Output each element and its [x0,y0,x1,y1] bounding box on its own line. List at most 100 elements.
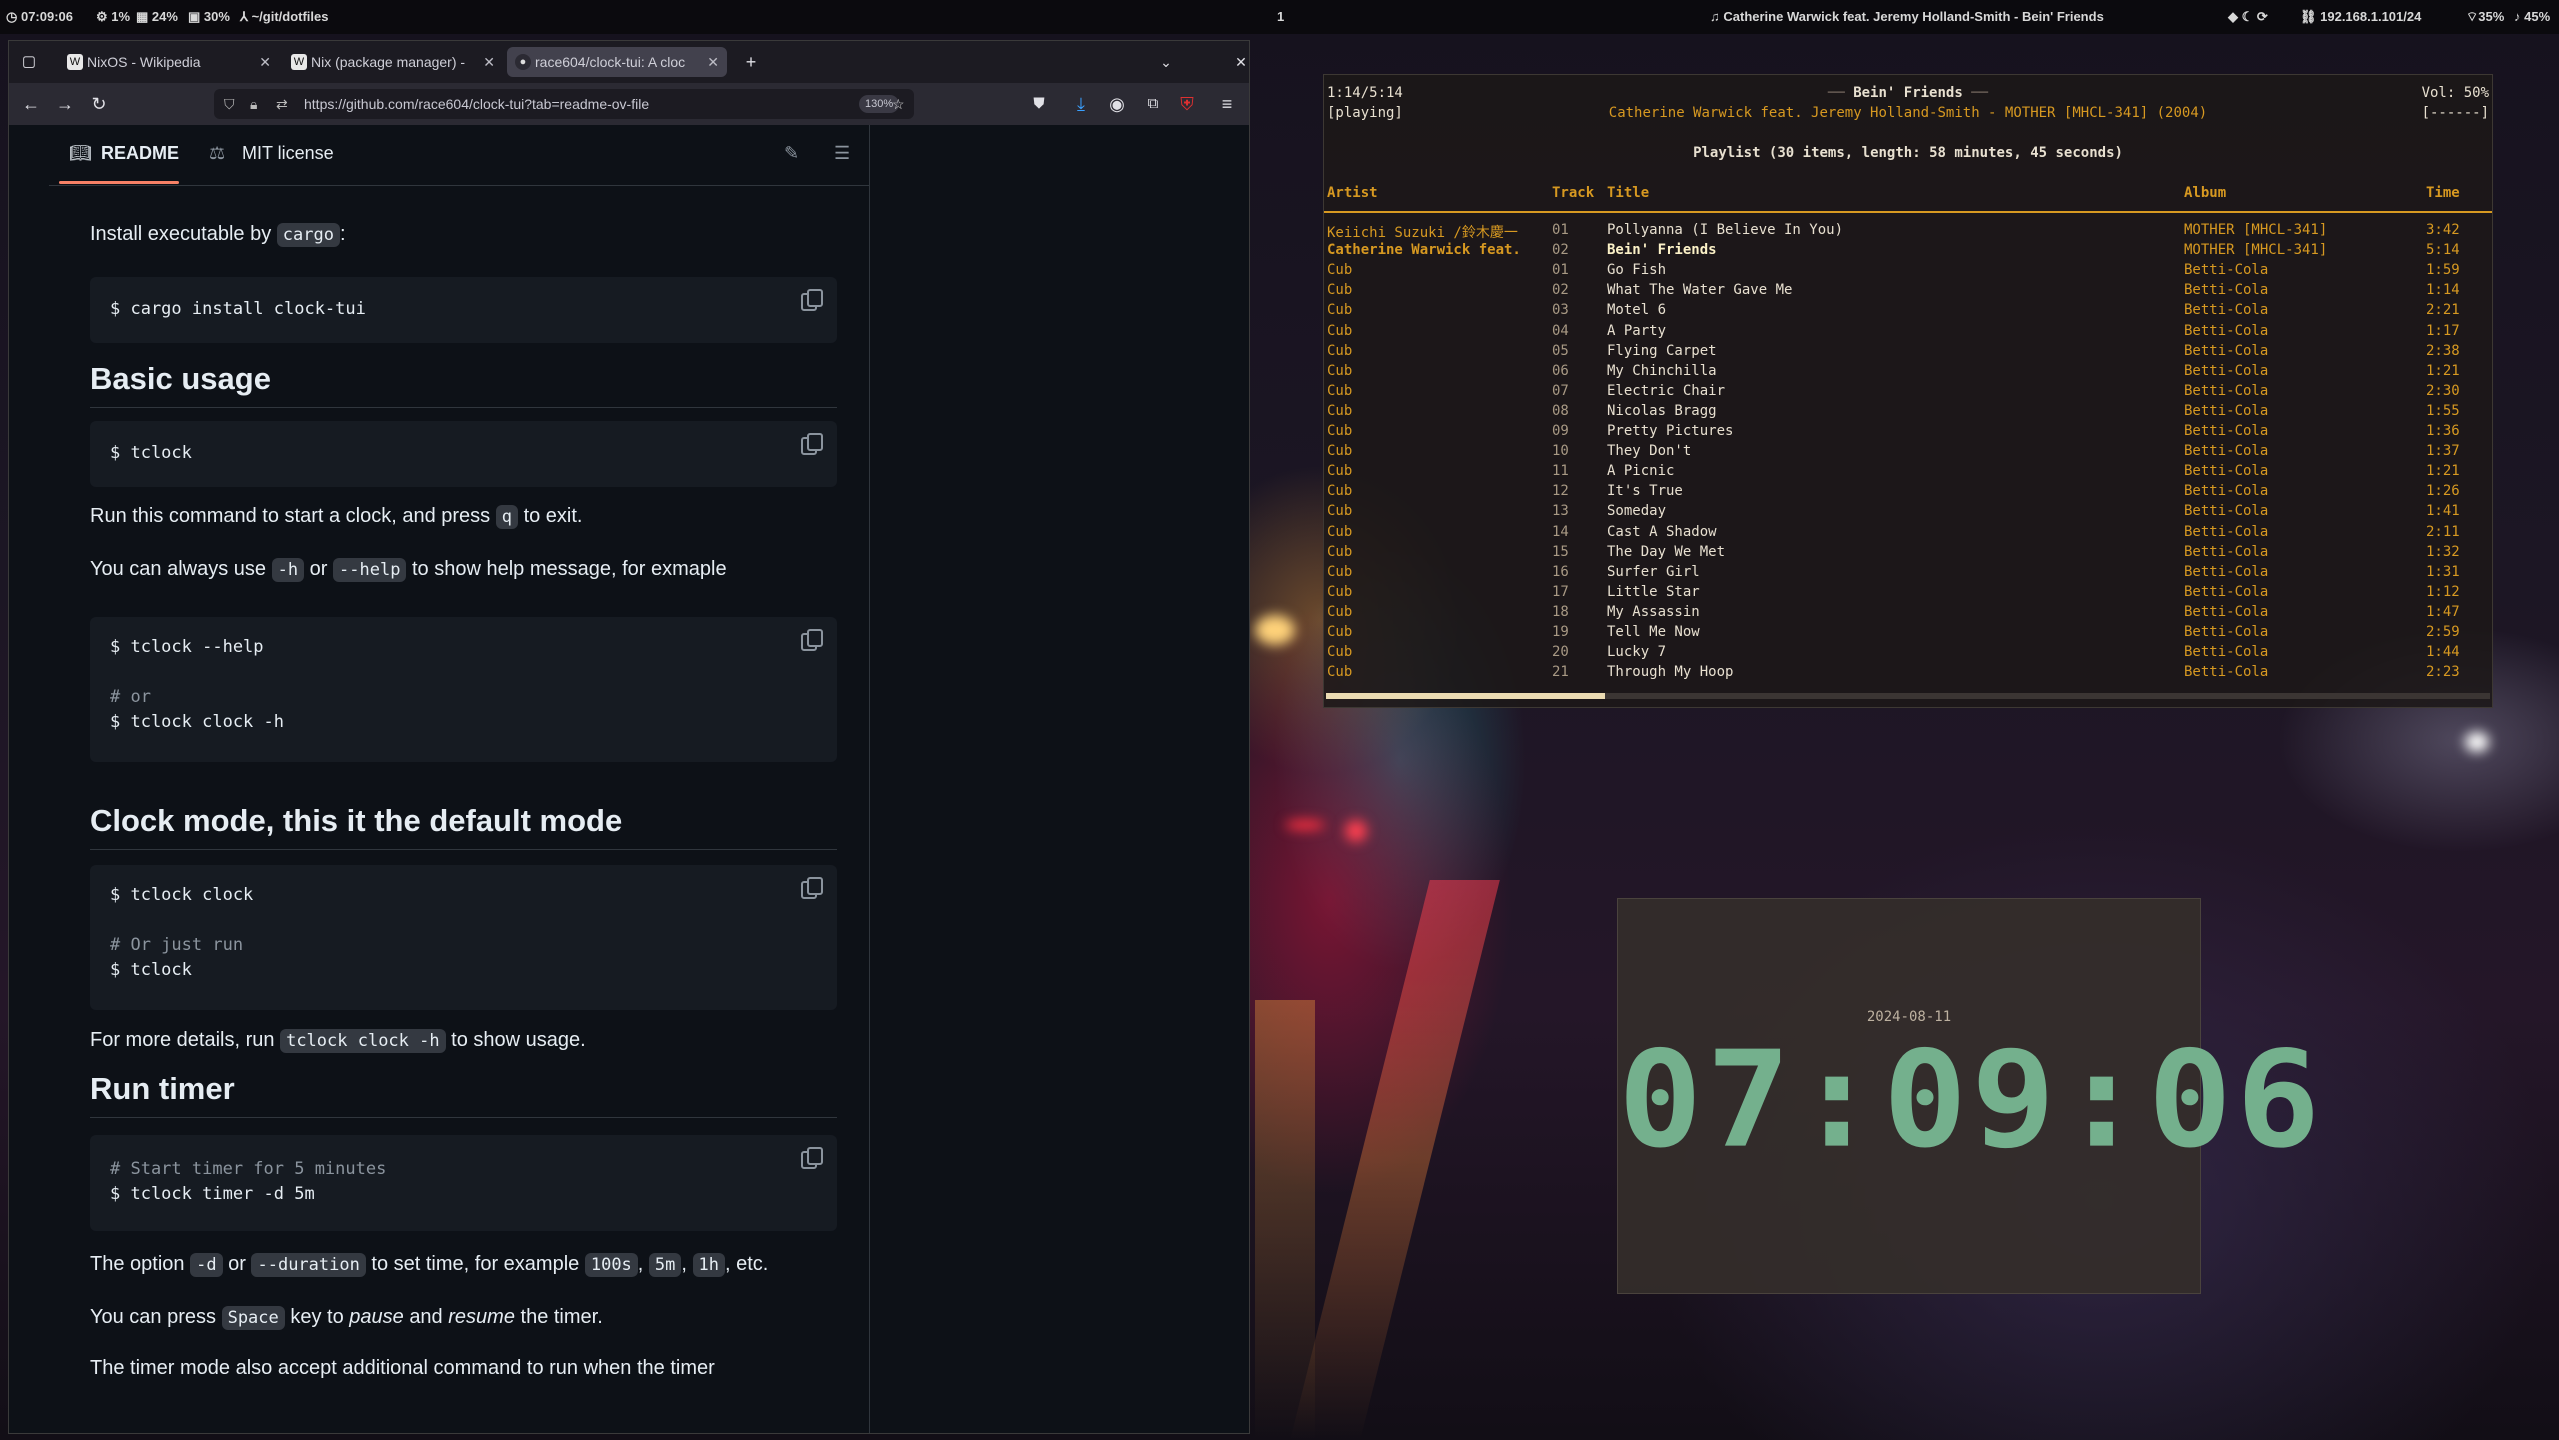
playlist-row[interactable]: Cub 15 The Day We Met Betti-Cola 1:32 [1324,544,2492,564]
playlist-row[interactable]: Cub 01 Go Fish Betti-Cola 1:59 [1324,262,2492,282]
column-time[interactable]: Time [2426,185,2460,201]
back-button[interactable]: ← [19,92,43,116]
column-track[interactable]: Track [1552,185,1594,201]
playlist-row[interactable]: Cub 02 What The Water Gave Me Betti-Cola 1:1… [1324,282,2492,302]
playlist-cell-album: Betti-Cola [2184,604,2269,620]
playlist-cell-time: 1:14 [2426,282,2460,298]
wallpaper-reflection [1290,880,1500,1440]
copy-icon[interactable] [801,1147,823,1169]
account-icon[interactable]: ◉ [1105,92,1129,116]
tab-list-icon[interactable]: ▢ [17,50,41,74]
wallpaper-light [1255,615,1295,645]
playlist-cell-artist: Cub [1327,644,1353,660]
playlist-cell-track: 01 [1552,262,1569,278]
download-icon[interactable]: ⤓ [1069,92,1093,116]
playlist-row[interactable]: Cub 19 Tell Me Now Betti-Cola 2:59 [1324,624,2492,644]
wikipedia-icon: W [291,54,307,70]
close-tab-icon[interactable]: ✕ [707,47,719,77]
playlist-row[interactable]: Cub 20 Lucky 7 Betti-Cola 1:44 [1324,644,2492,664]
copy-icon[interactable] [801,877,823,899]
pocket-icon[interactable]: ⛊ [1027,92,1051,116]
url-text[interactable]: https://github.com/race604/clock-tui?tab… [304,89,649,119]
new-tab-button[interactable]: + [739,50,763,74]
tray-icons[interactable]: ◆ ☾ ⟳ [2228,9,2268,25]
close-window-icon[interactable]: ✕ [1229,50,1249,74]
playlist-row[interactable]: Cub 12 It's True Betti-Cola 1:26 [1324,483,2492,503]
playlist-cell-time: 1:21 [2426,463,2460,479]
column-artist[interactable]: Artist [1327,185,1378,201]
book-icon: 📖︎ [69,143,92,163]
playlist-row[interactable]: Cub 14 Cast A Shadow Betti-Cola 2:11 [1324,524,2492,544]
playlist-row[interactable]: Cub 21 Through My Hoop Betti-Cola 2:23 [1324,664,2492,684]
tab-label: Nix (package manager) - [311,54,466,70]
inline-code: q [495,505,518,529]
extensions-icon[interactable]: ⧉ [1141,92,1165,116]
scale-icon: ⚖ [209,143,226,163]
playlist-cell-track: 10 [1552,443,1569,459]
playlist-row[interactable]: Cub 11 A Picnic Betti-Cola 1:21 [1324,463,2492,483]
bookmark-star-icon[interactable]: ☆ [892,89,905,119]
code-block: $ tclock clock # Or just run $ tclock [90,865,837,1010]
menu-icon[interactable]: ≡ [1215,92,1239,116]
sidebar-divider [869,125,870,1433]
playlist-row[interactable]: Cub 13 Someday Betti-Cola 1:41 [1324,503,2492,523]
playlist-cell-artist: Cub [1327,343,1353,359]
playlist-row[interactable]: Catherine Warwick feat. 02 Bein' Friends MO… [1324,242,2492,262]
permissions-icon[interactable]: ⇄ [276,89,288,119]
inline-code: Space [221,1306,285,1330]
readme-header: 📖︎ README ⚖ MIT license ✎ ☰ [49,125,869,186]
playlist-row[interactable]: Cub 08 Nicolas Bragg Betti-Cola 1:55 [1324,403,2492,423]
playlist-row[interactable]: Cub 03 Motel 6 Betti-Cola 2:21 [1324,302,2492,322]
playlist-cell-artist: Cub [1327,564,1353,580]
playlist-row[interactable]: Cub 07 Electric Chair Betti-Cola 2:30 [1324,383,2492,403]
clock-widget: ◷ 07:09:06 [6,9,74,24]
heading-clock-mode: Clock mode, this it the default mode [90,803,623,838]
tab-clock-tui[interactable]: ● race604/clock-tui: A cloc ✕ [507,47,727,77]
inline-code: cargo [276,223,340,247]
playlist-row[interactable]: Cub 04 A Party Betti-Cola 1:17 [1324,323,2492,343]
ublock-icon[interactable]: ⛨ [1175,92,1199,116]
license-tab[interactable]: MIT license [242,143,334,164]
copy-icon[interactable] [801,629,823,651]
playlist-row[interactable]: Cub 10 They Don't Betti-Cola 1:37 [1324,443,2492,463]
playlist-row[interactable]: Keiichi Suzuki /鈴木慶一 01 Pollyanna (I Belie… [1324,222,2492,242]
now-playing-widget[interactable]: ♫ Catherine Warwick feat. Jeremy Holland… [1710,9,2104,24]
playlist-row[interactable]: Cub 16 Surfer Girl Betti-Cola 1:31 [1324,564,2492,584]
playlist-cell-track: 03 [1552,302,1569,318]
playlist-cell-album: Betti-Cola [2184,343,2269,359]
tab-nixos-wikipedia[interactable]: W NixOS - Wikipedia ✕ [59,47,279,77]
outline-icon[interactable]: ☰ [834,143,850,164]
playlist-row[interactable]: Cub 17 Little Star Betti-Cola 1:12 [1324,584,2492,604]
volume-widget[interactable]: ♪ 45% [2514,9,2550,24]
playlist-row[interactable]: Cub 18 My Assassin Betti-Cola 1:47 [1324,604,2492,624]
playlist-cell-title: Nicolas Bragg [1607,403,1717,419]
copy-icon[interactable] [801,289,823,311]
install-paragraph: Install executable by cargo: [90,223,346,247]
code-comment: # Start timer for 5 minutes [110,1159,387,1179]
url-bar[interactable]: ⛉ 🔒︎ ⇄ https://github.com/race604/clock-… [214,89,914,119]
forward-button[interactable]: → [53,92,77,116]
option-paragraph: The option -d or --duration to set time,… [90,1253,769,1277]
workspace-indicator[interactable]: 1 [1277,9,1284,24]
copy-icon[interactable] [801,433,823,455]
playlist-row[interactable]: Cub 06 My Chinchilla Betti-Cola 1:21 [1324,363,2492,383]
playlist-row[interactable]: Cub 09 Pretty Pictures Betti-Cola 1:36 [1324,423,2492,443]
playlist-row[interactable]: Cub 05 Flying Carpet Betti-Cola 2:38 [1324,343,2492,363]
reload-button[interactable]: ↻ [87,92,111,116]
playlist-cell-artist: Cub [1327,483,1353,499]
code-block: # Start timer for 5 minutes $ tclock tim… [90,1135,837,1231]
lock-icon[interactable]: 🔒︎ [250,89,257,119]
playback-progress-fill [1326,693,1606,699]
playback-progress-bar[interactable] [1326,693,2490,699]
tab-nix-package-manager[interactable]: W Nix (package manager) - ✕ [283,47,503,77]
close-tab-icon[interactable]: ✕ [259,47,271,77]
shield-icon[interactable]: ⛉ [224,89,235,119]
column-title[interactable]: Title [1607,185,1649,201]
edit-icon[interactable]: ✎ [784,143,799,164]
inline-code: 5m [648,1253,682,1277]
readme-tab[interactable]: README [101,143,179,164]
close-tab-icon[interactable]: ✕ [483,47,495,77]
chevron-down-icon[interactable]: ⌄ [1154,50,1178,74]
column-album[interactable]: Album [2184,185,2226,201]
readme-body: Install executable by cargo: $ cargo ins… [49,185,869,1433]
